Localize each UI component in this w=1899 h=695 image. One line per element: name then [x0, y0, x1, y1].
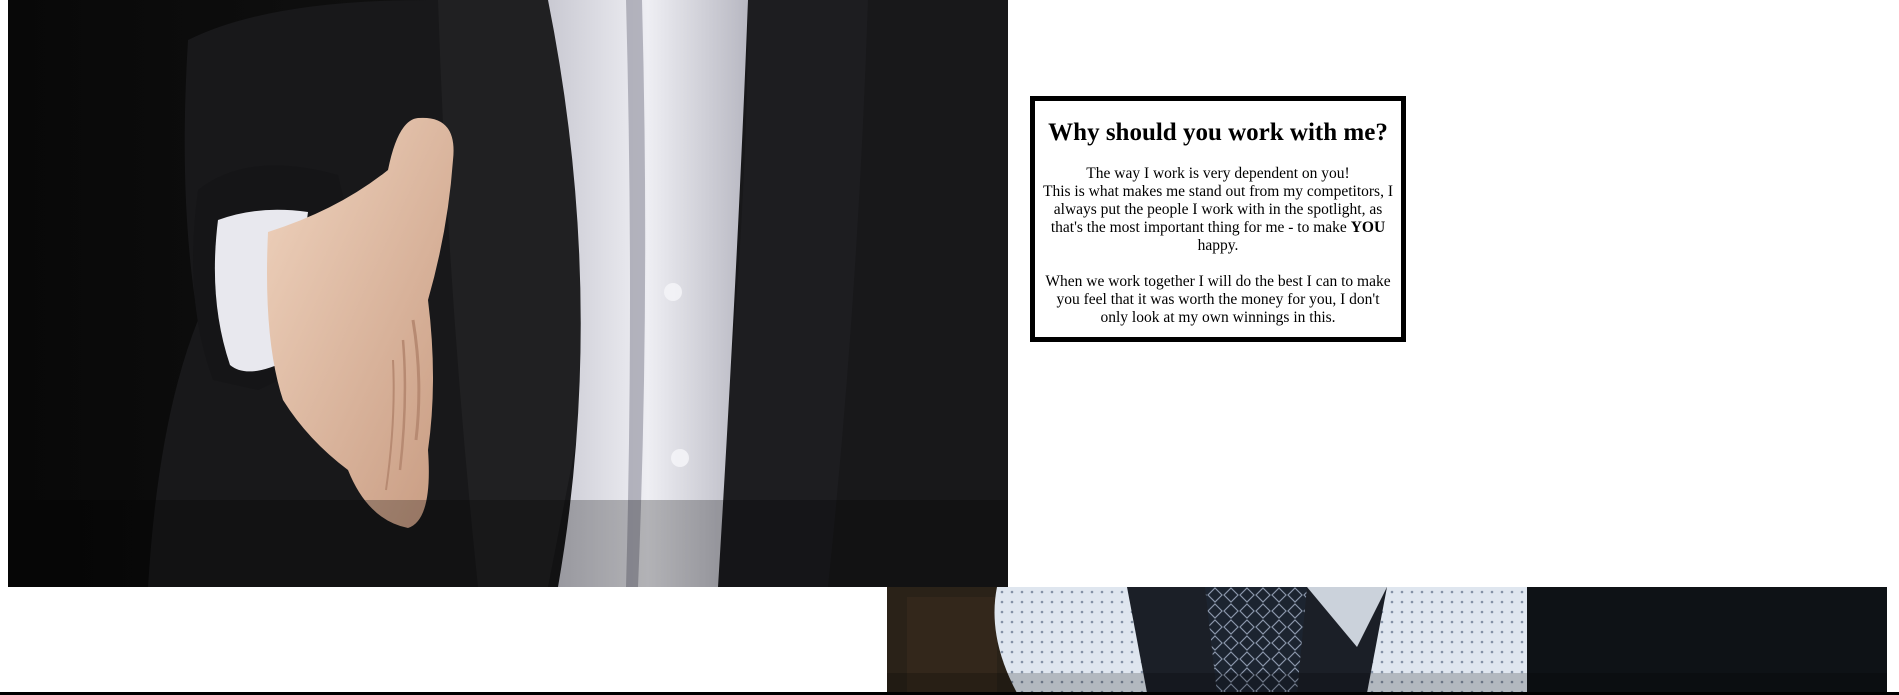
page-scrollbar[interactable]: [1887, 0, 1899, 692]
why-work-with-me-box: Why should you work with me? The way I w…: [1030, 96, 1406, 342]
info-box-body-after: happy.: [1197, 236, 1239, 254]
handshake-photo: [8, 0, 1008, 587]
info-box-intro-line: The way I work is very dependent on you!: [1086, 164, 1350, 182]
info-box-title: Why should you work with me?: [1048, 119, 1388, 146]
handshake-illustration: [8, 0, 1008, 587]
info-box-emphasis: YOU: [1350, 218, 1386, 236]
info-box-paragraph-2: When we work together I will do the best…: [1045, 272, 1391, 326]
info-box-body-before: This is what makes me stand out from my …: [1043, 182, 1393, 236]
info-box-paragraph-1: The way I work is very dependent on you!…: [1041, 165, 1395, 255]
patterned-shirt-illustration: [887, 587, 1887, 693]
page: Why should you work with me? The way I w…: [0, 0, 1899, 695]
patterned-shirt-photo: [887, 587, 1887, 693]
